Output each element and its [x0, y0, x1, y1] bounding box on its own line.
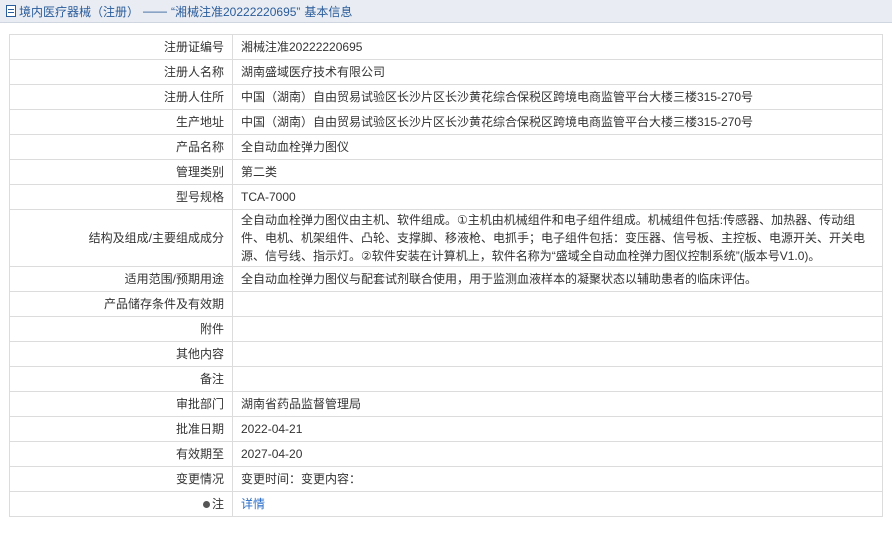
- table-row: 产品储存条件及有效期: [9, 291, 883, 317]
- pin-icon: [202, 501, 210, 509]
- row-value: 湖南盛域医疗技术有限公司: [232, 59, 883, 85]
- row-value: 湘械注准20222220695: [232, 34, 883, 60]
- row-label: 注册证编号: [9, 34, 233, 60]
- row-label: 注册人住所: [9, 84, 233, 110]
- row-value: [232, 291, 883, 317]
- note-value-cell: 详情: [232, 491, 883, 517]
- row-value: 变更时间：变更内容：: [232, 466, 883, 492]
- row-value: [232, 341, 883, 367]
- row-value: 全自动血栓弹力图仪与配套试剂联合使用，用于监测血液样本的凝聚状态以辅助患者的临床…: [232, 266, 883, 292]
- row-label: 批准日期: [9, 416, 233, 442]
- row-value: 中国（湖南）自由贸易试验区长沙片区长沙黄花综合保税区跨境电商监管平台大楼三楼31…: [232, 84, 883, 110]
- breadcrumb-separator: ——: [143, 4, 168, 18]
- note-row: 注 详情: [9, 491, 883, 517]
- table-row: 型号规格 TCA-7000: [9, 184, 883, 210]
- row-label: 注册人名称: [9, 59, 233, 85]
- row-label: 其他内容: [9, 341, 233, 367]
- row-label: 型号规格: [9, 184, 233, 210]
- row-value: [232, 316, 883, 342]
- row-value: 2022-04-21: [232, 416, 883, 442]
- row-value: [232, 366, 883, 392]
- row-value: 中国（湖南）自由贸易试验区长沙片区长沙黄花综合保税区跨境电商监管平台大楼三楼31…: [232, 109, 883, 135]
- breadcrumb-section[interactable]: 境内医疗器械（注册）: [19, 3, 139, 20]
- breadcrumb-title: “湘械注准20222220695”: [171, 4, 301, 19]
- table-row: 结构及组成/主要组成成分 全自动血栓弹力图仪由主机、软件组成。①主机由机械组件和电…: [9, 209, 883, 267]
- info-table: 注册证编号 湘械注准20222220695 注册人名称 湖南盛域医疗技术有限公司 注…: [9, 34, 883, 517]
- row-value: TCA-7000: [232, 184, 883, 210]
- table-row: 附件: [9, 316, 883, 342]
- table-row: 注册人名称 湖南盛域医疗技术有限公司: [9, 59, 883, 85]
- row-label: 管理类别: [9, 159, 233, 185]
- row-value: 全自动血栓弹力图仪: [232, 134, 883, 160]
- row-value: 湖南省药品监督管理局: [232, 391, 883, 417]
- note-label-cell: 注: [9, 491, 233, 517]
- table-row: 其他内容: [9, 341, 883, 367]
- row-label: 产品名称: [9, 134, 233, 160]
- table-row: 产品名称 全自动血栓弹力图仪: [9, 134, 883, 160]
- table-row: 审批部门 湖南省药品监督管理局: [9, 391, 883, 417]
- row-label: 变更情况: [9, 466, 233, 492]
- row-label: 产品储存条件及有效期: [9, 291, 233, 317]
- row-value: 第二类: [232, 159, 883, 185]
- table-row: 有效期至 2027-04-20: [9, 441, 883, 467]
- table-row: 备注: [9, 366, 883, 392]
- row-label: 有效期至: [9, 441, 233, 467]
- row-label: 结构及组成/主要组成成分: [9, 209, 233, 267]
- note-label: 注: [211, 497, 224, 511]
- table-row: 注册证编号 湘械注准20222220695: [9, 34, 883, 60]
- row-label: 审批部门: [9, 391, 233, 417]
- document-icon: [6, 5, 16, 17]
- row-value: 2027-04-20: [232, 441, 883, 467]
- breadcrumb-suffix: 基本信息: [304, 4, 353, 19]
- row-value: 全自动血栓弹力图仪由主机、软件组成。①主机由机械组件和电子组件组成。机械组件包括…: [232, 209, 883, 267]
- breadcrumb-bar: 境内医疗器械（注册） —— “湘械注准20222220695” 基本信息: [0, 0, 892, 23]
- table-row: 变更情况 变更时间：变更内容：: [9, 466, 883, 492]
- row-label: 生产地址: [9, 109, 233, 135]
- details-link[interactable]: 详情: [241, 497, 265, 511]
- table-row: 注册人住所 中国（湖南）自由贸易试验区长沙片区长沙黄花综合保税区跨境电商监管平台大…: [9, 84, 883, 110]
- row-label: 附件: [9, 316, 233, 342]
- table-row: 适用范围/预期用途 全自动血栓弹力图仪与配套试剂联合使用，用于监测血液样本的凝聚状…: [9, 266, 883, 292]
- row-label: 适用范围/预期用途: [9, 266, 233, 292]
- table-row: 管理类别 第二类: [9, 159, 883, 185]
- table-row: 生产地址 中国（湖南）自由贸易试验区长沙片区长沙黄花综合保税区跨境电商监管平台大楼…: [9, 109, 883, 135]
- table-row: 批准日期 2022-04-21: [9, 416, 883, 442]
- row-label: 备注: [9, 366, 233, 392]
